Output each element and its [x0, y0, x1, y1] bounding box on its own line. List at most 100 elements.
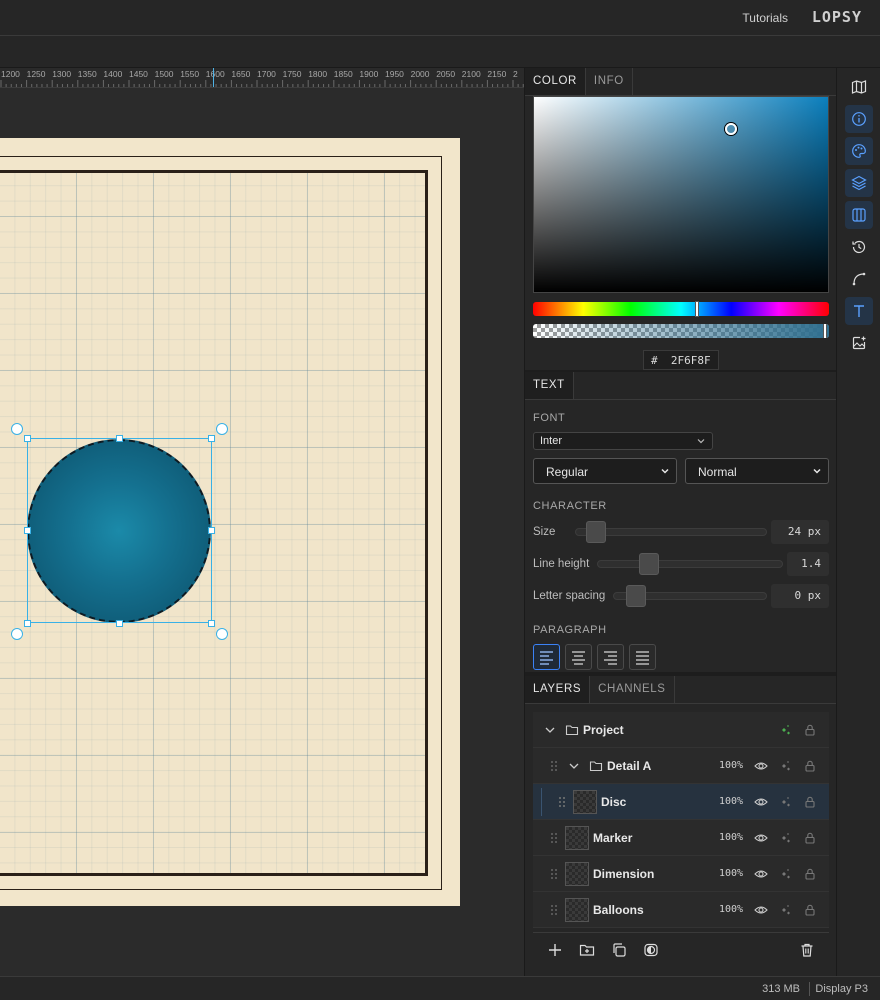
drag-handle-icon[interactable] [547, 831, 561, 845]
tutorials-link[interactable]: Tutorials [742, 11, 788, 25]
eye-icon[interactable] [754, 759, 768, 773]
align-right-button[interactable] [597, 644, 624, 670]
align-left-icon [540, 651, 553, 665]
lock-icon[interactable] [803, 759, 817, 773]
ruler-label: 1800 [308, 69, 328, 79]
layer-row-marker[interactable]: Marker 100% [533, 820, 829, 856]
text-tool-button[interactable] [845, 297, 873, 325]
trash-icon[interactable] [799, 942, 815, 958]
tab-color[interactable]: COLOR [525, 68, 586, 95]
layers-button[interactable] [845, 169, 873, 197]
align-justify-button[interactable] [629, 644, 656, 670]
app-logo: LOPSY [811, 8, 862, 26]
align-left-button[interactable] [533, 644, 560, 670]
document-page[interactable] [0, 138, 460, 906]
line-height-value-field[interactable]: 1.4 [787, 552, 829, 576]
effects-sparkle-icon[interactable] [779, 759, 793, 773]
lock-icon[interactable] [803, 903, 817, 917]
handle-top-right[interactable] [208, 435, 215, 442]
line-height-slider-thumb[interactable] [639, 553, 659, 575]
handle-bottom-left[interactable] [24, 620, 31, 627]
chevron-down-icon[interactable] [567, 759, 581, 773]
effects-sparkle-icon[interactable] [779, 723, 793, 737]
info-button[interactable] [845, 105, 873, 133]
ruler-label: 1600 [205, 69, 225, 79]
letter-spacing-slider-thumb[interactable] [626, 585, 646, 607]
tab-text[interactable]: TEXT [525, 372, 574, 399]
drag-handle-icon[interactable] [547, 867, 561, 881]
layer-row-detail-a[interactable]: Detail A 100% [533, 748, 829, 784]
rotate-handle-top-right[interactable] [216, 423, 228, 435]
rotate-handle-bottom-right[interactable] [216, 628, 228, 640]
channels-button[interactable] [845, 201, 873, 229]
color-tabs: COLOR INFO [525, 68, 836, 96]
eye-icon[interactable] [754, 867, 768, 881]
image-add-button[interactable] [845, 329, 873, 357]
alpha-slider-thumb[interactable] [823, 324, 827, 338]
paths-button[interactable] [845, 265, 873, 293]
effects-sparkle-icon[interactable] [779, 867, 793, 881]
font-style-select[interactable]: Normal [685, 458, 829, 484]
color-button[interactable] [845, 137, 873, 165]
eye-icon[interactable] [754, 795, 768, 809]
handle-bottom-middle[interactable] [116, 620, 123, 627]
paragraph-section-label: PARAGRAPH [533, 624, 607, 636]
handle-top-middle[interactable] [116, 435, 123, 442]
tab-channels[interactable]: CHANNELS [590, 676, 675, 703]
size-value-field[interactable]: 24 px [771, 520, 829, 544]
layer-row-dimension[interactable]: Dimension 100% [533, 856, 829, 892]
layer-row-disc[interactable]: Disc 100% [533, 784, 829, 820]
lock-icon[interactable] [803, 795, 817, 809]
ruler-label: 2100 [461, 69, 481, 79]
eye-icon[interactable] [754, 903, 768, 917]
hue-slider[interactable] [533, 301, 829, 317]
layer-row-balloons[interactable]: Balloons 100% [533, 892, 829, 928]
chevron-down-icon [813, 468, 821, 474]
saturation-value-picker[interactable] [533, 96, 829, 293]
drag-handle-icon[interactable] [555, 795, 569, 809]
font-family-select[interactable]: Inter [533, 432, 713, 450]
effects-sparkle-icon[interactable] [779, 831, 793, 845]
ruler-label: 1650 [231, 69, 251, 79]
map-button[interactable] [845, 73, 873, 101]
effects-sparkle-icon[interactable] [779, 903, 793, 917]
lock-icon[interactable] [803, 723, 817, 737]
color-picker-cursor[interactable] [725, 123, 737, 135]
eye-icon[interactable] [754, 831, 768, 845]
layer-name: Dimension [593, 867, 655, 881]
tab-layers[interactable]: LAYERS [525, 676, 591, 703]
align-center-button[interactable] [565, 644, 592, 670]
font-weight-select[interactable]: Regular [533, 458, 677, 484]
size-slider-thumb[interactable] [586, 521, 606, 543]
mask-icon[interactable] [643, 942, 659, 958]
chevron-down-icon[interactable] [543, 723, 557, 737]
hex-prefix: # [651, 354, 658, 367]
tab-info[interactable]: INFO [586, 68, 633, 95]
history-button[interactable] [845, 233, 873, 261]
rotate-handle-top-left[interactable] [11, 423, 23, 435]
line-height-slider[interactable] [597, 560, 783, 568]
lock-icon[interactable] [803, 867, 817, 881]
new-group-folder-icon[interactable] [579, 942, 595, 958]
hue-slider-thumb[interactable] [695, 301, 699, 317]
handle-top-left[interactable] [24, 435, 31, 442]
align-justify-icon [636, 651, 649, 665]
canvas-area[interactable]: 1200 1250 1300 1350 1400 1450 1500 1550 1600 1650… [0, 68, 524, 976]
lock-icon[interactable] [803, 831, 817, 845]
hex-input[interactable]: # 2F6F8F [643, 350, 719, 370]
handle-bottom-right[interactable] [208, 620, 215, 627]
handle-middle-left[interactable] [24, 527, 31, 534]
text-icon [854, 305, 864, 317]
letter-spacing-value-field[interactable]: 0 px [771, 584, 829, 608]
alpha-slider[interactable] [533, 324, 829, 338]
pen-curve-icon [852, 272, 866, 286]
drag-handle-icon[interactable] [547, 903, 561, 917]
duplicate-icon[interactable] [611, 942, 627, 958]
layers-icon [851, 175, 867, 191]
layer-row-project[interactable]: Project [533, 712, 829, 748]
drag-handle-icon[interactable] [547, 759, 561, 773]
rotate-handle-bottom-left[interactable] [11, 628, 23, 640]
handle-middle-right[interactable] [208, 527, 215, 534]
effects-sparkle-icon[interactable] [779, 795, 793, 809]
add-layer-icon[interactable] [547, 942, 563, 958]
